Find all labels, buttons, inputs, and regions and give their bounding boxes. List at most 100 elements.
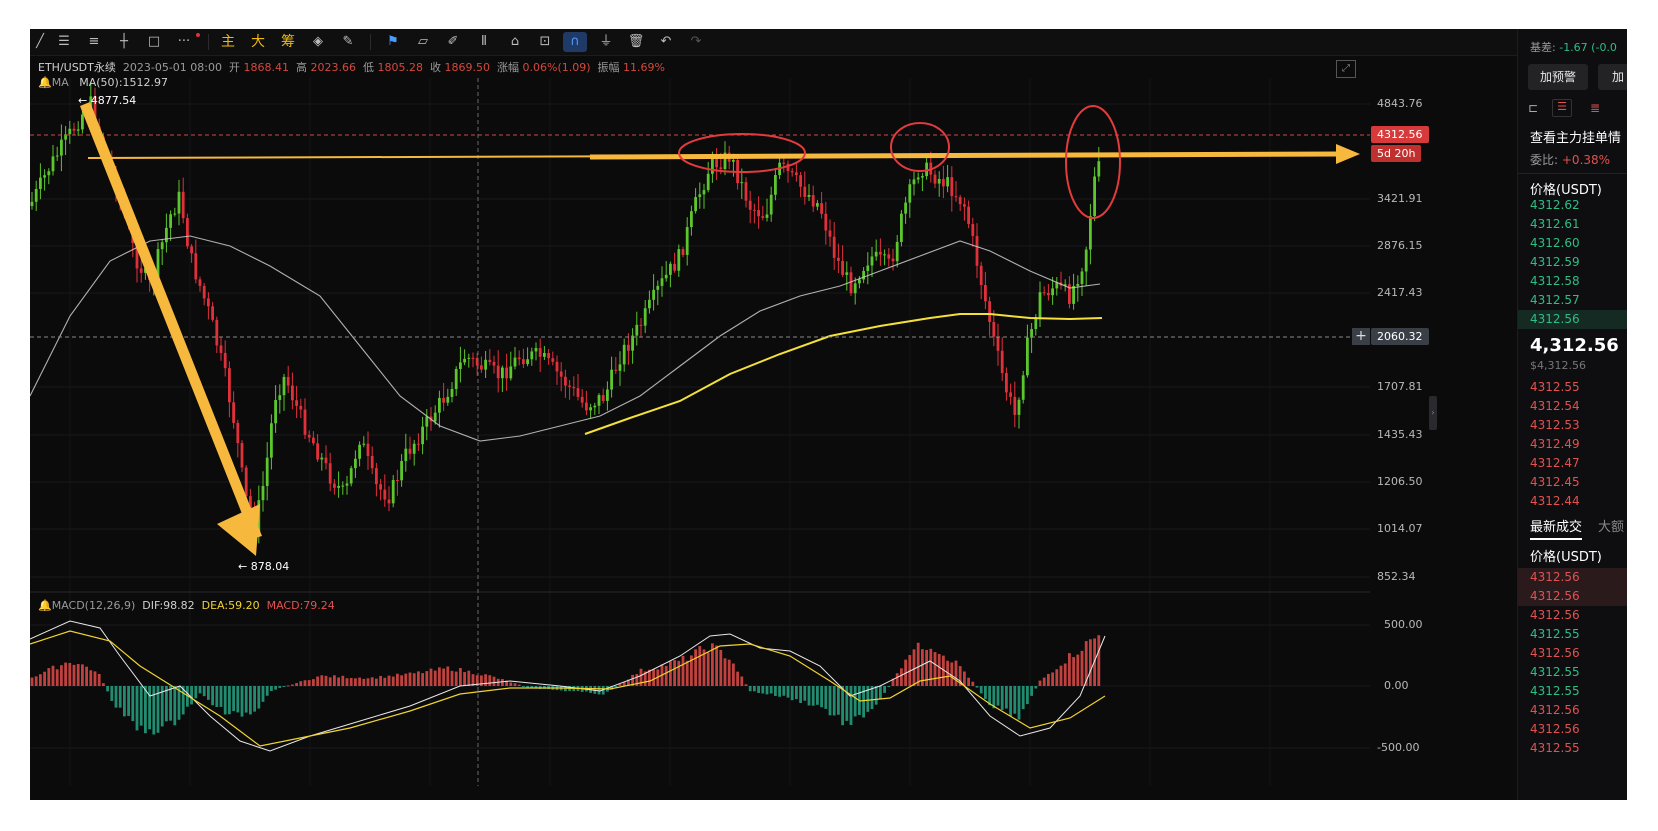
candle-body — [543, 353, 546, 357]
big-order-button[interactable]: 大 — [248, 32, 268, 52]
orderbook-row[interactable]: 4312.49 — [1518, 435, 1627, 454]
tab-latest-trades[interactable]: 最新成交 — [1530, 516, 1583, 540]
lock-icon[interactable]: ⌂ — [505, 32, 525, 52]
draw-line-icon[interactable]: ╱ — [30, 32, 50, 52]
candle-body — [530, 351, 534, 360]
macd-bar — [274, 686, 277, 690]
macd-bar — [979, 686, 983, 694]
orderbook-row[interactable]: 4312.44 — [1518, 492, 1627, 511]
candle-body — [81, 114, 84, 130]
macd-bar — [39, 674, 42, 686]
candle-body — [274, 399, 277, 424]
candle-body — [68, 128, 72, 135]
macd-bar — [774, 686, 777, 696]
orderbook-row[interactable]: 4312.53 — [1518, 416, 1627, 435]
orderbook-row[interactable]: 4312.47 — [1518, 454, 1627, 473]
candle-body — [706, 173, 710, 191]
candle-body — [975, 235, 979, 266]
macd-bar — [358, 677, 361, 686]
fib-icon[interactable]: ≡ — [84, 32, 104, 52]
high-marker: ← 4877.54 — [78, 94, 137, 107]
orderbook-row[interactable]: 4312.45 — [1518, 473, 1627, 492]
candle-body — [30, 201, 34, 206]
candle-body — [841, 260, 844, 275]
candle-body — [799, 175, 802, 187]
macd-bar — [912, 649, 916, 686]
filter-icon[interactable]: ⏚ — [596, 32, 616, 52]
add-line-icon[interactable]: + — [1352, 328, 1370, 345]
orderbook-row[interactable]: 4312.57 — [1518, 291, 1627, 310]
ruler-icon[interactable]: ▱ — [413, 32, 433, 52]
macd-bar — [719, 649, 723, 686]
chip-distribution-button[interactable]: 筹 — [278, 32, 298, 52]
orderbook-row[interactable]: 4312.58 — [1518, 272, 1627, 291]
main-indicator-button[interactable]: 主 — [218, 32, 238, 52]
both-sides-icon[interactable]: ☰ — [1552, 99, 1572, 117]
drawings-icon[interactable]: ⚑ — [383, 32, 403, 52]
candle-body — [425, 416, 429, 427]
pencil-icon[interactable]: ✐ — [443, 32, 463, 52]
candle-body — [660, 278, 664, 286]
orderbook-row[interactable]: 4312.62 — [1518, 196, 1627, 215]
macd-bar — [169, 686, 172, 721]
orderbook-title[interactable]: 查看主力挂单情 — [1530, 127, 1621, 146]
candle-body — [576, 388, 580, 397]
brush-icon[interactable]: ✎ — [338, 32, 358, 52]
orderbook-row[interactable]: 4312.55 — [1518, 378, 1627, 397]
chart-area[interactable]: ETH/USDT永续 2023-05-01 08:00 开 1868.41 高 … — [30, 56, 1517, 800]
candle-body — [988, 301, 991, 322]
macd-bar — [698, 646, 702, 686]
orderbook-price: 4312.53 — [1530, 418, 1580, 432]
orderbook-row[interactable]: 4312.54 — [1518, 397, 1627, 416]
orderbook-row[interactable]: 4312.56 — [1518, 310, 1627, 329]
candle-body — [383, 489, 387, 500]
candle-body — [286, 376, 290, 386]
orderbook-row[interactable]: 4312.60 — [1518, 234, 1627, 253]
horizontal-line-icon[interactable]: ┼ — [114, 32, 134, 52]
macd-label[interactable]: MACD(12,26,9) — [52, 599, 136, 612]
pattern-icon[interactable]: ⫴ — [474, 32, 494, 52]
candle-body — [1051, 288, 1054, 296]
candle-body — [400, 461, 403, 481]
magnet-icon[interactable]: ∩ — [563, 32, 587, 52]
symbol-label: ETH/USDT永续 — [38, 61, 116, 74]
orderbook-row[interactable]: 4312.61 — [1518, 215, 1627, 234]
add-button[interactable]: 加 — [1598, 64, 1627, 90]
redo-icon[interactable]: ↷ — [686, 32, 706, 52]
candle-body — [1021, 375, 1025, 400]
candle-body — [442, 397, 445, 403]
ma-label[interactable]: MA — [52, 76, 69, 89]
asks-only-icon[interactable]: ≣ — [1590, 101, 1600, 115]
rectangle-icon[interactable]: □ — [144, 32, 164, 52]
macd-bar — [685, 660, 689, 686]
measure-icon[interactable]: ⊡ — [535, 32, 555, 52]
collapse-panel-icon[interactable]: › — [1429, 396, 1437, 430]
orderbook-row[interactable]: 4312.59 — [1518, 253, 1627, 272]
tab-large-trades[interactable]: 大额 — [1598, 516, 1624, 535]
candle-body — [820, 203, 823, 214]
macd-bar — [723, 658, 727, 686]
add-alert-button[interactable]: 加预警 — [1528, 64, 1588, 90]
candle-body — [971, 224, 975, 236]
depth-view-icon[interactable]: ⊏ — [1528, 101, 1538, 115]
candle-body — [341, 485, 345, 487]
trash-icon[interactable]: 🗑 — [626, 32, 646, 52]
candle-body — [207, 298, 210, 307]
more-icon[interactable]: ··· — [174, 32, 194, 52]
macd-bar — [412, 673, 416, 686]
candle-body — [349, 468, 353, 484]
macd-bar — [769, 686, 773, 694]
candle-body — [740, 182, 744, 184]
macd-bar — [740, 676, 744, 686]
macd-bar — [60, 665, 63, 686]
parallel-line-icon[interactable]: ☰ — [54, 32, 74, 52]
bell-icon[interactable]: 🔔 — [38, 76, 52, 89]
macd-bar — [324, 675, 328, 686]
candle-body — [803, 186, 807, 197]
macd-bar — [459, 667, 462, 686]
macd-bar — [522, 686, 525, 687]
compare-icon[interactable]: ◈ — [308, 32, 328, 52]
fullscreen-icon[interactable]: ⤢ — [1336, 60, 1356, 78]
bell-icon[interactable]: 🔔 — [38, 599, 52, 612]
undo-icon[interactable]: ↶ — [656, 32, 676, 52]
